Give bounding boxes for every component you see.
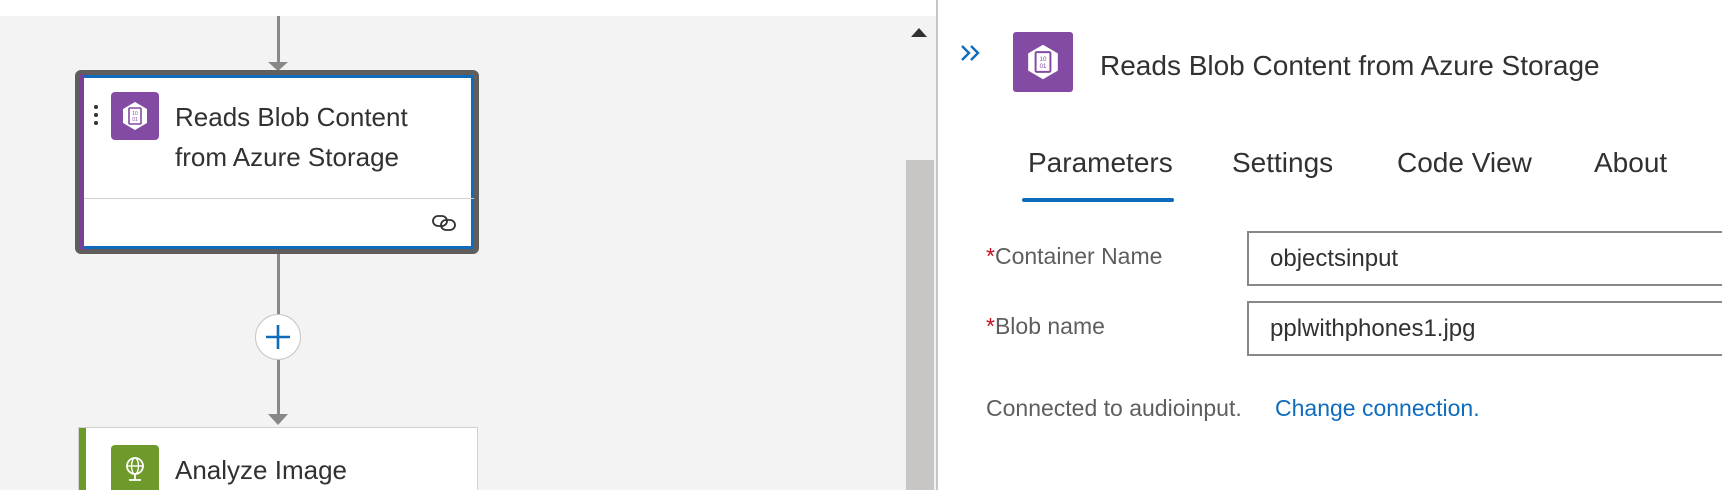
drag-handle-icon[interactable] <box>93 105 99 129</box>
required-marker: * <box>986 243 995 269</box>
plus-icon <box>266 325 290 349</box>
blob-name-label-text: Blob name <box>994 313 1105 339</box>
tab-code-view[interactable]: Code View <box>1397 138 1532 188</box>
add-step-button[interactable] <box>255 314 301 360</box>
card-divider <box>84 198 474 199</box>
details-panel: 10 01 Reads Blob Content from Azure Stor… <box>936 0 1722 490</box>
scroll-up-arrow-icon[interactable] <box>911 28 927 37</box>
card-title-line2: from Azure Storage <box>175 142 399 172</box>
svg-text:01: 01 <box>1040 63 1047 70</box>
container-name-label: *Container Name <box>986 240 1162 272</box>
collapse-panel-icon[interactable] <box>958 40 984 66</box>
tab-settings[interactable]: Settings <box>1232 138 1333 188</box>
tab-about[interactable]: About <box>1594 138 1667 188</box>
canvas-top-strip <box>0 0 936 16</box>
canvas-scrollbar[interactable] <box>906 160 934 490</box>
blob-storage-icon: 10 01 <box>111 92 159 140</box>
required-marker: * <box>986 313 995 339</box>
svg-text:01: 01 <box>132 117 138 123</box>
connector-arrow-bottom <box>268 414 288 425</box>
connection-status-text: Connected to audioinput. <box>986 395 1242 421</box>
connection-link-icon[interactable] <box>431 213 457 233</box>
card-title-line1: Reads Blob Content <box>175 102 408 132</box>
card-accent-bar <box>79 428 86 490</box>
container-name-input[interactable] <box>1247 231 1722 286</box>
blob-name-label: *Blob name <box>986 310 1105 342</box>
computer-vision-icon <box>111 445 159 490</box>
blob-storage-icon: 10 01 <box>1013 32 1073 92</box>
connector-line-mid <box>277 254 280 314</box>
card-title-analyze: Analyze Image <box>175 455 347 485</box>
connector-line-top <box>277 16 280 68</box>
svg-text:10: 10 <box>1040 56 1047 63</box>
connector-line-bottom <box>277 360 280 416</box>
workflow-canvas[interactable]: 10 01 Reads Blob Content from Azure Stor… <box>0 0 936 490</box>
blob-name-input[interactable] <box>1247 301 1722 356</box>
active-tab-indicator <box>1022 198 1174 202</box>
panel-title: Reads Blob Content from Azure Storage <box>1100 50 1600 81</box>
change-connection-link[interactable]: Change connection. <box>1275 392 1480 424</box>
tab-parameters[interactable]: Parameters <box>1028 138 1173 188</box>
container-name-label-text: Container Name <box>994 243 1163 269</box>
